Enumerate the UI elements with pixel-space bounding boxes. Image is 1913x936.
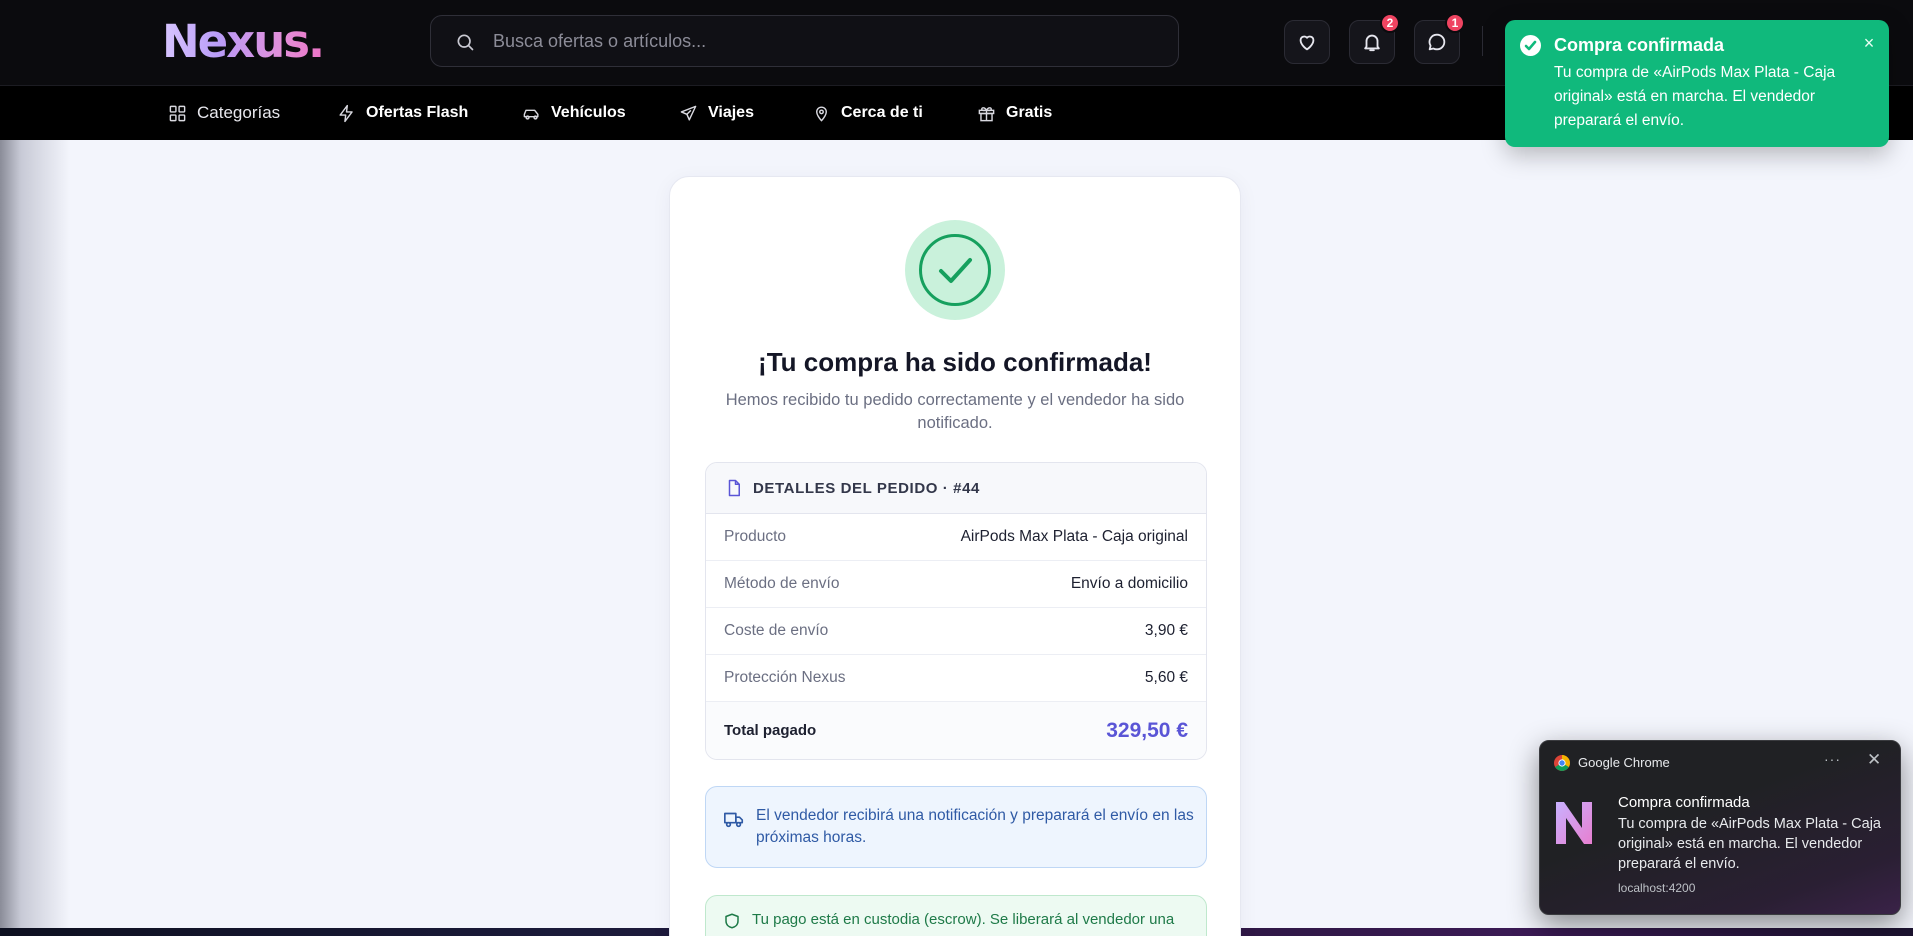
shipping-notice-text: El vendedor recibirá una notificación y … (756, 807, 1194, 846)
nav-item-vehicles[interactable]: Vehículos (522, 86, 626, 140)
confirmation-card: ¡Tu compra ha sido confirmada! Hemos rec… (669, 176, 1241, 936)
nav-item-label: Cerca de ti (841, 104, 923, 121)
total-label: Total pagado (724, 722, 817, 739)
search-icon (457, 34, 474, 51)
car-icon (523, 109, 539, 120)
check-ring (919, 234, 991, 306)
search-box[interactable] (430, 15, 1179, 67)
notifications-button[interactable]: 2 (1349, 13, 1400, 64)
detail-label: Protección Nexus (724, 669, 846, 686)
nav-item-label: Gratis (1006, 104, 1053, 121)
messages-badge: 1 (1445, 13, 1465, 33)
shipping-notice: El vendedor recibirá una notificación y … (705, 786, 1207, 868)
toast-title: Compra confirmada (1554, 35, 1725, 55)
order-details-title: DETALLES DEL PEDIDO · #44 (753, 479, 980, 497)
nav-item-label: Viajes (708, 104, 754, 121)
detail-row-protection: Protección Nexus 5,60 € (706, 655, 1206, 702)
detail-value: AirPods Max Plata - Caja original (960, 528, 1188, 545)
nexus-app-icon (1556, 802, 1592, 844)
confirmation-title: ¡Tu compra ha sido confirmada! (758, 347, 1152, 377)
nav-item-travel[interactable]: Viajes (679, 86, 754, 140)
notification-title: Compra confirmada (1618, 794, 1750, 811)
escrow-notice: Tu pago está en custodia (escrow). Se li… (705, 895, 1207, 936)
success-toast: Compra confirmada Tu compra de «AirPods … (1505, 20, 1889, 147)
nav-item-nearby[interactable]: Cerca de ti (812, 86, 923, 140)
notification-close-button[interactable]: ✕ (1867, 750, 1881, 770)
nav-item-flash-deals[interactable]: Ofertas Flash (337, 86, 468, 140)
browser-notification[interactable]: Google Chrome ··· ✕ Compra confirmada Tu… (1539, 740, 1901, 915)
brand-logo[interactable]: Nexus. (162, 16, 325, 68)
messages-button[interactable]: 1 (1414, 13, 1465, 64)
order-details-header: DETALLES DEL PEDIDO · #44 (706, 463, 1206, 514)
nav-item-free[interactable]: Gratis (977, 86, 1052, 140)
detail-row-product: Producto AirPods Max Plata - Caja origin… (706, 514, 1206, 561)
nav-item-label: Vehículos (551, 104, 626, 121)
notification-message: Tu compra de «AirPods Max Plata - Caja o… (1618, 816, 1881, 872)
chrome-icon (1554, 755, 1570, 771)
confirmation-subtitle: Hemos recibido tu pedido correctamente y… (725, 391, 1185, 432)
detail-label: Coste de envío (724, 622, 829, 639)
truck-icon (724, 812, 744, 828)
checkmark-icon (939, 258, 972, 283)
success-badge (905, 220, 1005, 320)
detail-row-total: Total pagado 329,50 € (706, 702, 1206, 759)
toast-message: Tu compra de «AirPods Max Plata - Caja o… (1554, 64, 1836, 129)
nav-item-categories[interactable]: Categorías (168, 86, 280, 140)
notifications-badge: 2 (1380, 13, 1400, 33)
shield-icon (725, 913, 739, 929)
nav-item-label: Ofertas Flash (366, 104, 469, 121)
detail-value: Envío a domicilio (1070, 575, 1188, 592)
bell-icon (1364, 34, 1380, 52)
backdrop-shade (0, 140, 70, 936)
detail-value: 5,60 € (1144, 669, 1188, 686)
check-circle-icon (1520, 35, 1541, 56)
total-value: 329,50 € (1106, 718, 1188, 742)
plane-icon (680, 105, 697, 121)
nav-item-label: Categorías (197, 103, 281, 122)
gift-icon (978, 106, 995, 121)
grid-icon (169, 105, 186, 121)
detail-row-shipping-method: Método de envío Envío a domicilio (706, 561, 1206, 608)
detail-label: Producto (724, 528, 787, 545)
detail-value: 3,90 € (1144, 622, 1188, 639)
chat-bubble-icon (1428, 33, 1446, 51)
detail-label: Método de envío (724, 575, 840, 592)
order-details: DETALLES DEL PEDIDO · #44 Producto AirPo… (705, 462, 1207, 760)
lightning-icon (339, 104, 353, 122)
favorites-button[interactable] (1284, 20, 1330, 64)
search-input[interactable] (493, 16, 1153, 66)
notification-source: localhost:4200 (1618, 881, 1696, 895)
heart-icon (1299, 35, 1315, 51)
notification-more-button[interactable]: ··· (1824, 751, 1841, 767)
document-icon (728, 479, 740, 497)
toast-close-button[interactable]: × (1858, 32, 1880, 54)
detail-row-shipping-cost: Coste de envío 3,90 € (706, 608, 1206, 655)
escrow-notice-text: Tu pago está en custodia (escrow). Se li… (752, 911, 1175, 928)
notification-app-name: Google Chrome (1578, 755, 1670, 770)
header-divider (1482, 26, 1483, 56)
map-pin-icon (816, 106, 827, 122)
